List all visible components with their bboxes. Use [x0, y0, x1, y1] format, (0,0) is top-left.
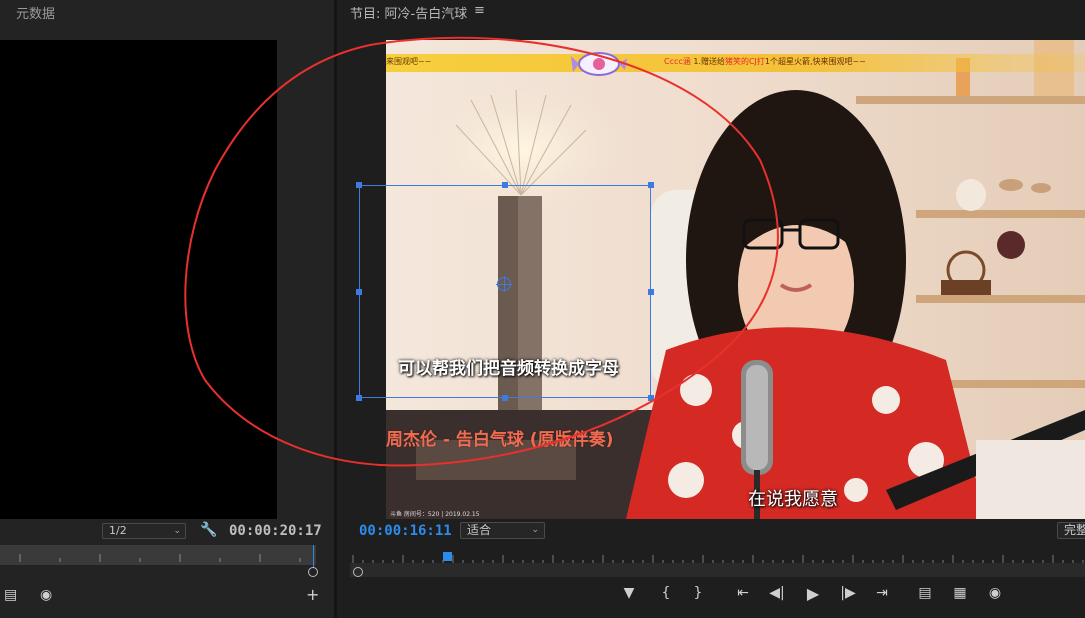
- transform-bounding-box[interactable]: [359, 185, 651, 398]
- source-zoom-value: 1/2: [109, 524, 127, 537]
- program-panel-title[interactable]: 节目: 阿冷-告白汽球: [350, 3, 467, 22]
- danmaku-highlight: 猪笑的CJ打: [724, 57, 765, 66]
- source-timecode[interactable]: 00:00:20:17: [229, 523, 322, 539]
- source-playhead[interactable]: [313, 545, 314, 568]
- source-zoom-dropdown[interactable]: 1/2 ⌄: [102, 523, 186, 539]
- resize-handle-left[interactable]: [356, 289, 362, 295]
- danmaku-message: Cccc涵 1.赠送给猪笑的CJ打1个超星火箭,快来围观吧~~: [664, 56, 866, 67]
- resize-handle-bottom-right[interactable]: [648, 395, 654, 401]
- resize-handle-top-right[interactable]: [648, 182, 654, 188]
- resize-handle-bottom[interactable]: [502, 395, 508, 401]
- camera-icon[interactable]: ◉: [985, 585, 1005, 601]
- danmaku-text-2: 1个超星火箭,快来围观吧~~: [764, 57, 866, 66]
- step-back-icon[interactable]: ◀|: [767, 585, 787, 601]
- go-to-in-icon[interactable]: ⇤: [733, 585, 753, 601]
- anchor-point-icon[interactable]: [496, 276, 512, 292]
- chevron-down-icon: ⌄: [173, 526, 181, 536]
- program-playhead[interactable]: [443, 552, 452, 561]
- transport-controls: ▼ { } ⇤ ◀| ▶ |▶ ⇥ ▤ ▦ ◉: [600, 584, 1085, 607]
- extract-icon[interactable]: ▦: [950, 585, 970, 601]
- export-frame-icon[interactable]: ▤: [4, 587, 17, 603]
- fit-dropdown[interactable]: 适合 ⌄: [460, 522, 545, 539]
- go-to-out-icon[interactable]: ⇥: [872, 585, 892, 601]
- source-out-point-handle[interactable]: [308, 567, 318, 577]
- wrench-icon[interactable]: 🔧: [200, 522, 217, 538]
- song-title-overlay: 周杰伦 - 告白气球 (原版伴奏): [386, 430, 614, 450]
- source-panel-title[interactable]: 元数据: [16, 3, 55, 22]
- step-forward-icon[interactable]: |▶: [838, 585, 858, 601]
- marker-icon[interactable]: ▼: [619, 585, 639, 601]
- source-time-ruler: [19, 554, 301, 562]
- source-monitor-canvas: [0, 40, 277, 519]
- fit-value: 适合: [467, 523, 492, 537]
- stream-info-watermark: 斗鱼 房间号：520 | 2019.02.15: [390, 511, 480, 518]
- danmaku-user: Cccc涵: [664, 57, 691, 66]
- program-scrub-bar[interactable]: [350, 563, 1085, 577]
- resize-handle-bottom-left[interactable]: [356, 395, 362, 401]
- play-icon[interactable]: ▶: [803, 584, 823, 603]
- resize-handle-top-left[interactable]: [356, 182, 362, 188]
- resize-handle-top[interactable]: [502, 182, 508, 188]
- source-button-bar: ▤ ◉ +: [0, 585, 334, 607]
- program-timecode[interactable]: 00:00:16:11: [359, 523, 452, 539]
- camera-icon[interactable]: ◉: [40, 587, 52, 603]
- mark-in-icon[interactable]: {: [656, 585, 676, 601]
- rocket-icon: [571, 52, 627, 76]
- resize-handle-right[interactable]: [648, 289, 654, 295]
- danmaku-left-text: 来围观吧~~: [386, 57, 432, 66]
- playback-quality-dropdown[interactable]: 完整: [1057, 522, 1085, 539]
- mark-out-icon[interactable]: }: [688, 585, 708, 601]
- panel-divider[interactable]: [334, 0, 337, 618]
- danmaku-text-1: 1.赠送给: [690, 57, 725, 66]
- hamburger-menu-icon[interactable]: ≡: [474, 3, 485, 18]
- add-icon[interactable]: +: [306, 585, 319, 604]
- lift-icon[interactable]: ▤: [915, 585, 935, 601]
- chevron-down-icon: ⌄: [531, 525, 539, 535]
- lyric-overlay: 在说我愿意: [748, 489, 838, 510]
- program-in-point-handle[interactable]: [353, 567, 363, 577]
